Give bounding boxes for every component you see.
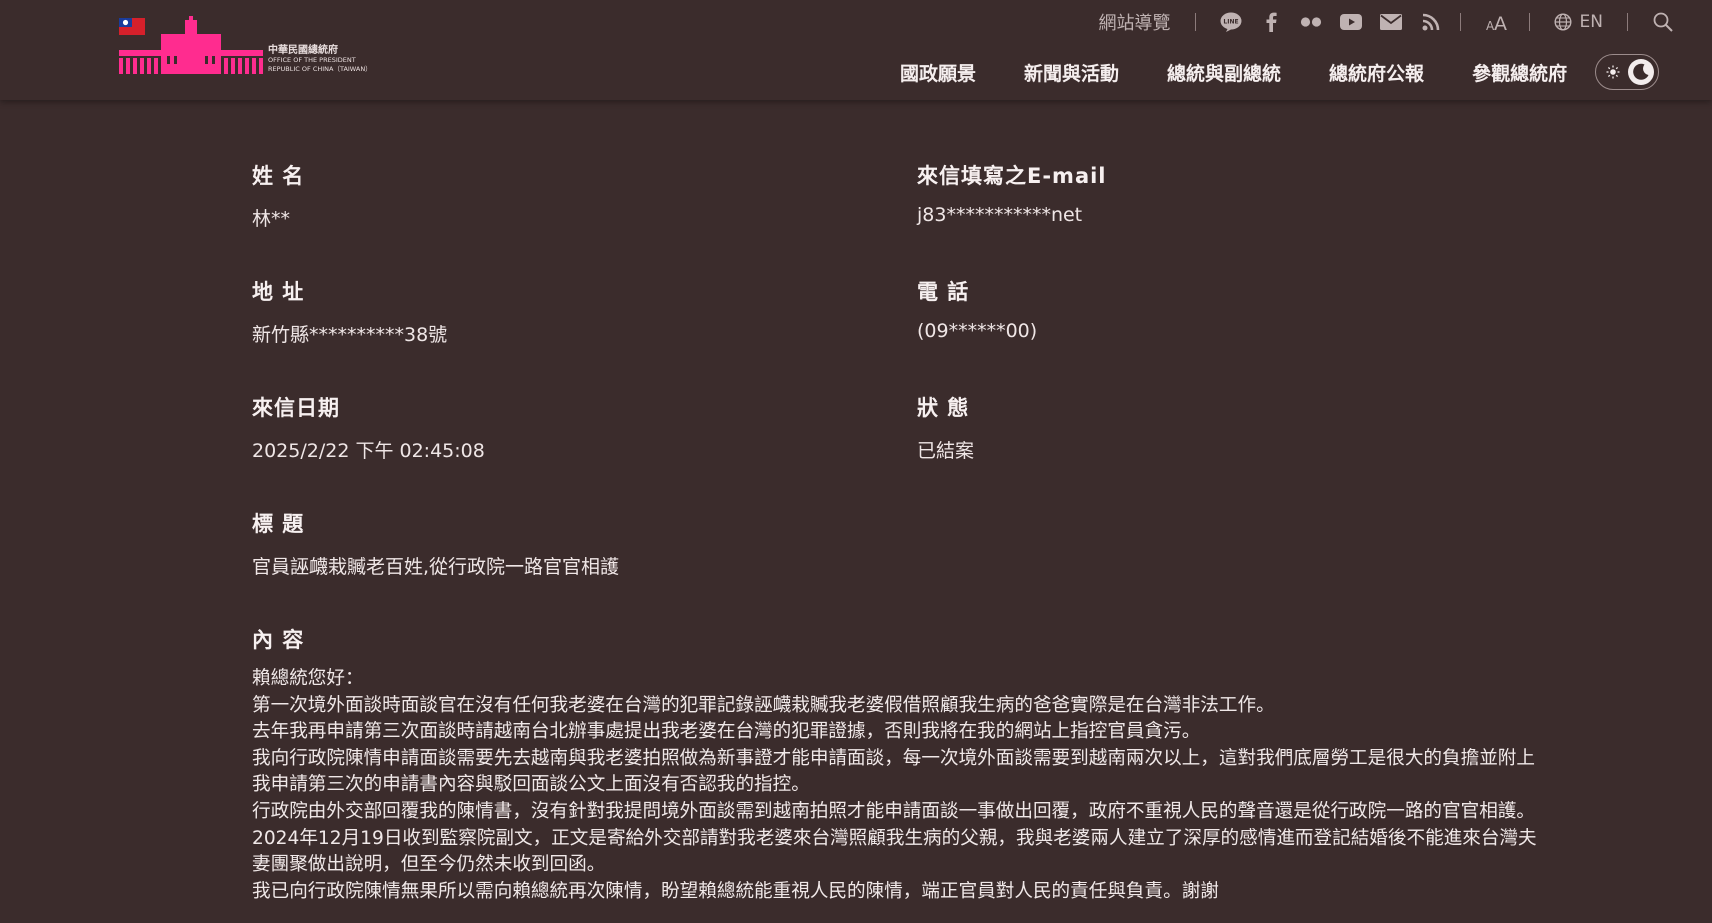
- date-value: 2025/2/22 下午 02:45:08: [252, 440, 485, 462]
- rss-icon[interactable]: [1420, 11, 1442, 33]
- date-field: 來信日期 2025/2/22 下午 02:45:08: [252, 392, 485, 463]
- nav-item-news[interactable]: 新聞與活動: [1024, 59, 1119, 86]
- sitemap-link[interactable]: 網站導覽: [1099, 9, 1171, 35]
- theme-toggle[interactable]: [1595, 54, 1660, 90]
- status-label: 狀 態: [917, 396, 970, 420]
- moon-icon: [1633, 63, 1649, 80]
- main-nav: 國政願景 新聞與活動 總統與副總統 總統府公報 參觀總統府: [900, 54, 1660, 90]
- logo-name-cn: 中華民國總統府: [268, 45, 338, 56]
- address-label: 地 址: [252, 280, 305, 304]
- logo-name-en-1: OFFICE OF THE PRESIDENT: [268, 56, 356, 64]
- globe-icon: [1554, 13, 1572, 31]
- name-label: 姓 名: [252, 164, 305, 188]
- nav-item-visit[interactable]: 參觀總統府: [1472, 59, 1567, 86]
- subject-label: 標 題: [252, 512, 305, 536]
- phone-label: 電 話: [917, 280, 970, 304]
- phone-value: (09******00): [917, 320, 1038, 342]
- font-size-icon[interactable]: AA: [1485, 11, 1511, 33]
- status-value: 已結案: [917, 440, 975, 462]
- date-label: 來信日期: [252, 396, 340, 420]
- content-paragraph: 我已向行政院陳情無果所以需向賴總統再次陳情，盼望賴總統能重視人民的陳情，端正官員…: [252, 880, 1219, 902]
- divider: [1459, 13, 1461, 31]
- address-field: 地 址 新竹縣**********38號: [252, 276, 447, 347]
- nav-item-vision[interactable]: 國政願景: [900, 59, 976, 86]
- content-body: 賴總統您好： 第一次境外面談時面談官在沒有任何我老婆在台灣的犯罪記錄誣衊栽贓我老…: [252, 666, 1552, 905]
- address-value: 新竹縣**********38號: [252, 324, 448, 346]
- youtube-icon[interactable]: [1339, 11, 1362, 33]
- flickr-icon[interactable]: [1300, 11, 1322, 33]
- name-field: 姓 名 林**: [252, 160, 304, 231]
- utility-bar: 網站導覽 LINE AA EN: [1099, 8, 1712, 36]
- content-paragraph: 2024年12月19日收到監察院副文，正文是寄給外交部請對我老婆來台灣照顧我生病…: [252, 827, 1537, 876]
- subject-value: 官員誣衊栽贓老百姓,從行政院一路官官相護: [252, 556, 620, 578]
- content-paragraph: 第一次境外面談時面談官在沒有任何我老婆在台灣的犯罪記錄誣衊栽贓我老婆假借照顧我生…: [252, 694, 1275, 716]
- line-icon[interactable]: LINE: [1220, 11, 1242, 33]
- email-value: j83***********net: [917, 204, 1083, 226]
- sun-icon: [1606, 65, 1620, 79]
- nav-item-gazette[interactable]: 總統府公報: [1329, 59, 1424, 86]
- divider: [1194, 13, 1196, 31]
- divider: [1627, 13, 1628, 31]
- theme-toggle-knob: [1628, 59, 1655, 85]
- nav-item-president[interactable]: 總統與副總統: [1167, 59, 1281, 86]
- content-paragraph: 我向行政院陳情申請面談需要先去越南與我老婆拍照做為新事證才能申請面談，每一次境外…: [252, 747, 1535, 796]
- divider: [1528, 13, 1530, 31]
- language-label: EN: [1579, 12, 1603, 32]
- email-label: 來信填寫之E-mail: [917, 164, 1107, 188]
- name-value: 林**: [252, 208, 291, 230]
- phone-field: 電 話 (09******00): [917, 276, 1037, 342]
- language-switch[interactable]: EN: [1554, 12, 1603, 32]
- logo-name-en-2: REPUBLIC OF CHINA（TAIWAN）: [268, 65, 372, 73]
- presidential-office-logo-icon: [119, 16, 263, 74]
- search-icon[interactable]: [1652, 11, 1674, 33]
- mail-icon[interactable]: [1379, 11, 1402, 33]
- svg-text:A: A: [1494, 13, 1507, 32]
- svg-text:LINE: LINE: [1223, 19, 1238, 26]
- logo-text: 中華民國總統府 OFFICE OF THE PRESIDENT REPUBLIC…: [268, 45, 388, 74]
- email-field: 來信填寫之E-mail j83***********net: [917, 160, 1107, 226]
- content-paragraph: 賴總統您好：: [252, 668, 364, 689]
- content-paragraph: 行政院由外交部回覆我的陳情書，沒有針對我提問境外面談需到越南拍照才能申請面談一事…: [252, 800, 1535, 822]
- content-field: 內 容 賴總統您好： 第一次境外面談時面談官在沒有任何我老婆在台灣的犯罪記錄誣衊…: [252, 624, 1552, 905]
- content-paragraph: 去年我再申請第三次面談時請越南台北辦事處提出我老婆在台灣的犯罪證據，否則我將在我…: [252, 721, 1201, 743]
- content-label: 內 容: [252, 628, 305, 652]
- subject-field: 標 題 官員誣衊栽贓老百姓,從行政院一路官官相護: [252, 508, 619, 579]
- facebook-icon[interactable]: [1260, 11, 1282, 33]
- status-field: 狀 態 已結案: [917, 392, 974, 463]
- site-header: 中華民國總統府 OFFICE OF THE PRESIDENT REPUBLIC…: [0, 0, 1712, 100]
